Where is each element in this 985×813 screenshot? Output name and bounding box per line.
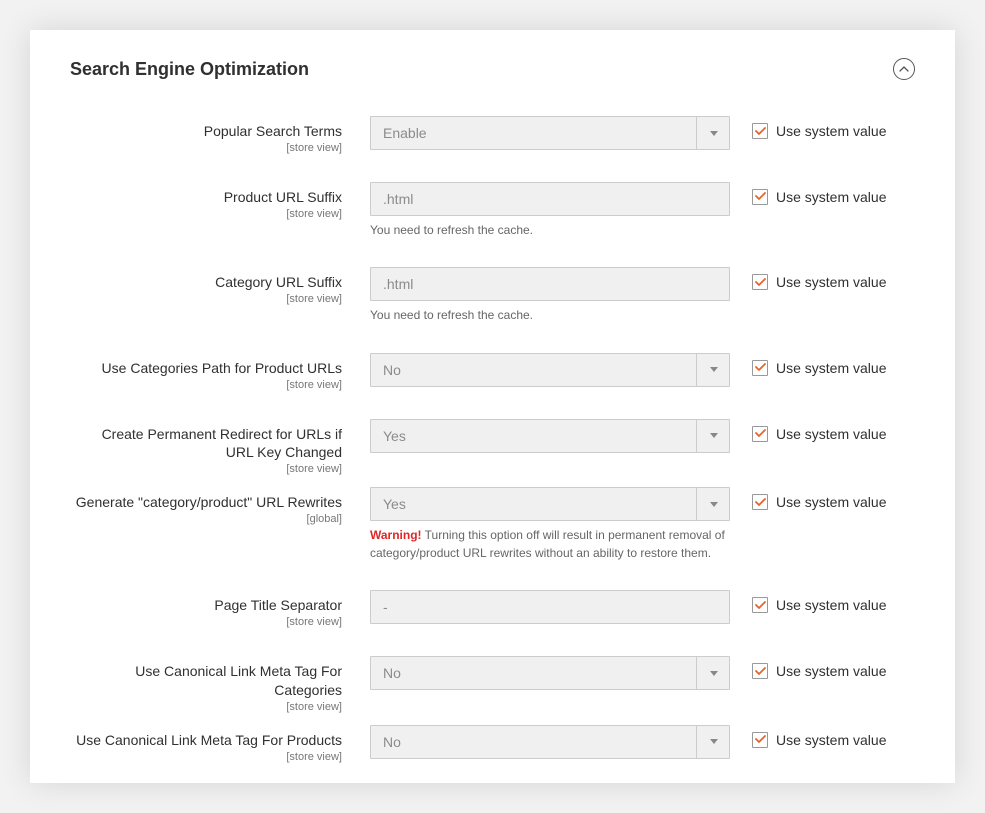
use-system-value-checkbox[interactable]: [752, 123, 768, 139]
use-system-value-label: Use system value: [776, 663, 886, 679]
input-value: .html: [370, 182, 730, 216]
canonical-categories-select[interactable]: No: [370, 656, 730, 690]
field-label: Create Permanent Redirect for URLs if UR…: [70, 419, 370, 476]
use-system-value-checkbox[interactable]: [752, 360, 768, 376]
dropdown-arrow: [696, 419, 730, 453]
select-value: Yes: [370, 419, 730, 453]
check-icon: [755, 667, 766, 676]
label-page-title-separator: Page Title Separator: [70, 596, 342, 615]
label-use-categories-path: Use Categories Path for Product URLs: [70, 359, 342, 378]
label-permanent-redirect: Create Permanent Redirect for URLs if UR…: [70, 425, 342, 463]
use-system-value-label: Use system value: [776, 360, 886, 376]
use-system-value-checkbox[interactable]: [752, 597, 768, 613]
popular-search-terms-select[interactable]: Enable: [370, 116, 730, 150]
canonical-products-select[interactable]: No: [370, 725, 730, 759]
permanent-redirect-select[interactable]: Yes: [370, 419, 730, 453]
use-categories-path-select[interactable]: No: [370, 353, 730, 387]
hint-text: You need to refresh the cache.: [370, 307, 730, 324]
field-label: Generate "category/product" URL Rewrites…: [70, 487, 370, 525]
use-system-value-label: Use system value: [776, 189, 886, 205]
check-icon: [755, 127, 766, 136]
field-label: Use Canonical Link Meta Tag For Products…: [70, 725, 370, 763]
warning-label: Warning!: [370, 528, 422, 542]
warning-text: Turning this option off will result in p…: [370, 528, 725, 559]
use-system-value-checkbox[interactable]: [752, 732, 768, 748]
use-system-value-checkbox[interactable]: [752, 426, 768, 442]
check-icon: [755, 192, 766, 201]
product-url-suffix-input[interactable]: .html: [370, 182, 730, 216]
dropdown-arrow: [696, 656, 730, 690]
dropdown-arrow: [696, 725, 730, 759]
label-category-url-suffix: Category URL Suffix: [70, 273, 342, 292]
panel-title: Search Engine Optimization: [70, 59, 309, 80]
use-system-value-label: Use system value: [776, 732, 886, 748]
field-label: Use Canonical Link Meta Tag For Categori…: [70, 656, 370, 713]
use-system-value-checkbox[interactable]: [752, 274, 768, 290]
input-value: .html: [370, 267, 730, 301]
field-label: Category URL Suffix [store view]: [70, 267, 370, 305]
use-system-value-label: Use system value: [776, 494, 886, 510]
dropdown-arrow: [696, 116, 730, 150]
hint-text: You need to refresh the cache.: [370, 222, 730, 239]
scope-store-view: [store view]: [70, 751, 342, 763]
field-label: Page Title Separator [store view]: [70, 590, 370, 628]
scope-store-view: [store view]: [70, 616, 342, 628]
chevron-down-icon: [710, 367, 718, 372]
check-icon: [755, 278, 766, 287]
input-value: -: [370, 590, 730, 624]
dropdown-arrow: [696, 353, 730, 387]
generate-rewrites-select[interactable]: Yes: [370, 487, 730, 521]
chevron-down-icon: [710, 671, 718, 676]
chevron-down-icon: [710, 502, 718, 507]
seo-panel: Search Engine Optimization Popular Searc…: [30, 30, 955, 783]
select-value: No: [370, 656, 730, 690]
use-system-value-checkbox[interactable]: [752, 494, 768, 510]
scope-global: [global]: [70, 513, 342, 525]
category-url-suffix-input[interactable]: .html: [370, 267, 730, 301]
check-icon: [755, 735, 766, 744]
select-value: Yes: [370, 487, 730, 521]
chevron-down-icon: [710, 739, 718, 744]
scope-store-view: [store view]: [70, 463, 342, 475]
check-icon: [755, 498, 766, 507]
scope-store-view: [store view]: [70, 293, 342, 305]
check-icon: [755, 363, 766, 372]
chevron-down-icon: [710, 131, 718, 136]
scope-store-view: [store view]: [70, 379, 342, 391]
scope-store-view: [store view]: [70, 208, 342, 220]
scope-store-view: [store view]: [70, 701, 342, 713]
check-icon: [755, 601, 766, 610]
use-system-value-label: Use system value: [776, 123, 886, 139]
use-system-value-label: Use system value: [776, 426, 886, 442]
panel-header: Search Engine Optimization: [70, 58, 915, 80]
chevron-up-icon: [899, 66, 909, 72]
page-title-separator-input[interactable]: -: [370, 590, 730, 624]
label-popular-search-terms: Popular Search Terms: [70, 122, 342, 141]
label-product-url-suffix: Product URL Suffix: [70, 188, 342, 207]
field-label: Product URL Suffix [store view]: [70, 182, 370, 220]
field-label: Popular Search Terms [store view]: [70, 116, 370, 154]
label-generate-rewrites: Generate "category/product" URL Rewrites: [70, 493, 342, 512]
check-icon: [755, 429, 766, 438]
use-system-value-label: Use system value: [776, 274, 886, 290]
use-system-value-label: Use system value: [776, 597, 886, 613]
label-canonical-categories: Use Canonical Link Meta Tag For Categori…: [70, 662, 342, 700]
chevron-down-icon: [710, 433, 718, 438]
dropdown-arrow: [696, 487, 730, 521]
collapse-toggle[interactable]: [893, 58, 915, 80]
select-value: No: [370, 353, 730, 387]
field-label: Use Categories Path for Product URLs [st…: [70, 353, 370, 391]
use-system-value-checkbox[interactable]: [752, 663, 768, 679]
label-canonical-products: Use Canonical Link Meta Tag For Products: [70, 731, 342, 750]
select-value: No: [370, 725, 730, 759]
select-value: Enable: [370, 116, 730, 150]
warning-hint: Warning! Turning this option off will re…: [370, 527, 730, 562]
use-system-value-checkbox[interactable]: [752, 189, 768, 205]
scope-store-view: [store view]: [70, 142, 342, 154]
